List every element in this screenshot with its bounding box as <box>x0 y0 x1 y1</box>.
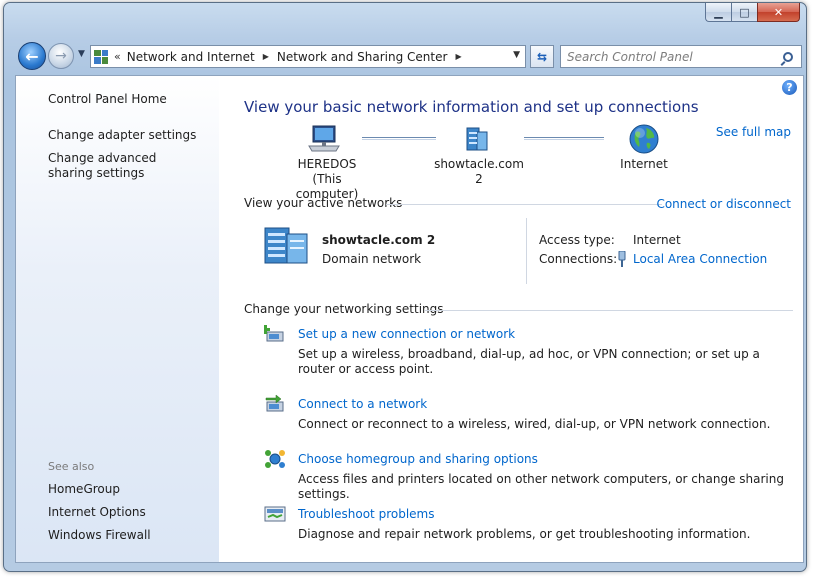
section-divider <box>386 204 662 205</box>
forward-button[interactable]: → <box>48 43 74 69</box>
section-divider <box>425 310 793 311</box>
close-button[interactable]: ✕ <box>757 3 800 22</box>
task-connect-to-network-description: Connect or reconnect to a wireless, wire… <box>298 417 771 431</box>
local-area-connection-link[interactable]: Local Area Connection <box>633 252 767 266</box>
task-troubleshoot-link[interactable]: Troubleshoot problems <box>298 507 434 521</box>
task-connect-to-network-link[interactable]: Connect to a network <box>298 397 427 411</box>
map-link-line <box>362 137 436 140</box>
connect-network-icon <box>265 394 284 412</box>
caption-buttons: ▁ □ ✕ <box>705 3 800 22</box>
see-also-label: See also <box>48 460 95 473</box>
breadcrumb-network-and-sharing-center[interactable]: Network and Sharing Center <box>277 50 448 64</box>
sidebar-change-advanced-sharing-settings[interactable]: Change advanced sharing settings <box>48 151 198 181</box>
back-button[interactable]: ← <box>18 42 46 70</box>
address-bar[interactable]: « Network and Internet ▶ Network and Sha… <box>90 45 526 68</box>
main-panel: ? View your basic network information an… <box>219 76 803 562</box>
sidebar-control-panel-home[interactable]: Control Panel Home <box>48 92 167 107</box>
new-connection-icon <box>264 325 284 342</box>
sidebar-windows-firewall[interactable]: Windows Firewall <box>48 528 151 543</box>
control-panel-icon <box>94 49 108 64</box>
refresh-button[interactable]: ⇆ <box>530 45 554 68</box>
computer-name: HEREDOS <box>297 157 357 171</box>
see-full-map-link[interactable]: See full map <box>716 125 791 139</box>
ethernet-connection-icon[interactable] <box>617 251 627 267</box>
breadcrumb-separator-icon[interactable]: ▶ <box>455 52 461 61</box>
map-domain-label: showtacle.com 2 <box>434 157 524 186</box>
active-network-name: showtacle.com 2 <box>322 233 436 247</box>
homegroup-sharing-icon <box>265 450 285 468</box>
minimize-button[interactable]: ▁ <box>705 3 731 22</box>
sidebar-change-adapter-settings[interactable]: Change adapter settings <box>48 128 196 143</box>
access-type-value: Internet <box>633 233 681 247</box>
connect-or-disconnect-link[interactable]: Connect or disconnect <box>656 197 791 211</box>
connections-label: Connections: <box>539 252 618 266</box>
active-network-type: Domain network <box>322 252 422 266</box>
search-input[interactable]: Search Control Panel <box>561 50 783 64</box>
breadcrumb-network-and-internet[interactable]: Network and Internet <box>127 50 255 64</box>
networking-settings-heading: Change your networking settings <box>244 302 444 316</box>
sidebar-internet-options[interactable]: Internet Options <box>48 505 146 520</box>
window-frame: ▁ □ ✕ ← → ▼ « Network and Internet ▶ Net… <box>3 2 807 572</box>
help-icon[interactable]: ? <box>782 80 797 95</box>
task-homegroup-sharing-description: Access files and printers located on oth… <box>298 472 784 501</box>
domain-network-icon[interactable] <box>465 124 489 152</box>
search-icon[interactable] <box>783 51 793 62</box>
breadcrumb-separator-icon[interactable]: ▶ <box>263 52 269 61</box>
domain-network-icon[interactable] <box>262 224 310 266</box>
computer-icon[interactable] <box>307 124 341 154</box>
maximize-button[interactable]: □ <box>731 3 757 22</box>
navigation-bar: ← → ▼ « Network and Internet ▶ Network a… <box>18 40 808 74</box>
task-setup-new-connection-description: Set up a wireless, broadband, dial-up, a… <box>298 347 760 376</box>
access-type-label: Access type: <box>539 233 615 247</box>
recent-pages-dropdown-icon[interactable]: ▼ <box>78 49 85 59</box>
address-dropdown-icon[interactable]: ▼ <box>513 50 520 60</box>
active-networks-heading: View your active networks <box>244 196 403 210</box>
troubleshoot-icon <box>264 506 286 522</box>
task-troubleshoot-description: Diagnose and repair network problems, or… <box>298 527 751 541</box>
address-overflow-chevron[interactable]: « <box>114 50 121 63</box>
task-homegroup-sharing-link[interactable]: Choose homegroup and sharing options <box>298 452 538 466</box>
task-setup-new-connection-link[interactable]: Set up a new connection or network <box>298 327 515 341</box>
sidebar-homegroup[interactable]: HomeGroup <box>48 482 120 497</box>
page-title: View your basic network information and … <box>244 98 699 116</box>
internet-globe-icon[interactable] <box>628 123 660 155</box>
search-box[interactable]: Search Control Panel <box>560 45 802 68</box>
task-pane: Control Panel Home Change adapter settin… <box>16 76 219 562</box>
map-internet-label: Internet <box>620 157 668 171</box>
content-area: Control Panel Home Change adapter settin… <box>15 75 804 563</box>
map-link-line <box>524 137 604 140</box>
vertical-divider <box>526 218 527 284</box>
